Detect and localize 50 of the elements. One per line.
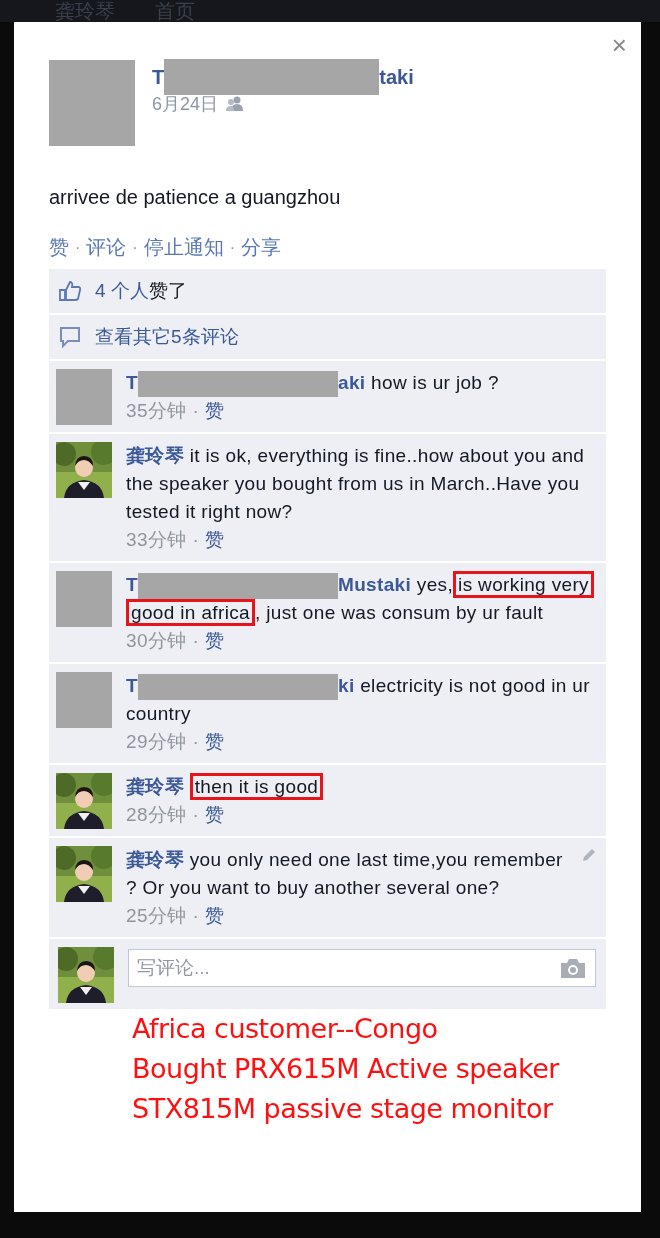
like-link[interactable]: 赞 <box>205 728 225 756</box>
pencil-icon[interactable] <box>582 848 596 862</box>
thumbs-up-icon <box>59 281 81 301</box>
separator: · <box>192 629 200 653</box>
comment-time[interactable]: 29分钟 <box>126 728 187 756</box>
comment-text: T aki how is ur job ? <box>126 369 596 397</box>
post-action-link[interactable]: 停止通知 <box>143 234 224 261</box>
separator: · <box>192 904 200 928</box>
close-button[interactable]: × <box>611 30 627 61</box>
comment-text: 龚玲琴 then it is good <box>126 773 596 801</box>
annotation-text: Africa customer--Congo <box>132 1012 439 1046</box>
comment-time[interactable]: 30分钟 <box>126 627 187 655</box>
separator: · <box>75 238 81 257</box>
author-name[interactable]: T <box>152 65 165 89</box>
friends-icon <box>226 96 245 112</box>
redacted-avatar <box>56 571 112 627</box>
like-link[interactable]: 赞 <box>205 627 225 655</box>
redacted-avatar <box>56 672 112 728</box>
comment-field[interactable]: 写评论... <box>128 949 596 987</box>
author-name[interactable]: taki <box>379 65 414 89</box>
likes-text[interactable]: 4 个人赞了 <box>95 278 187 304</box>
more-comments-link[interactable]: 查看其它5条评论 <box>95 324 239 350</box>
post-action-link[interactable]: 分享 <box>241 234 281 261</box>
separator: · <box>229 238 235 257</box>
comment-text: 龚玲琴 you only need one last time,you remember ? Or you want to buy another several one? <box>126 848 564 900</box>
separator: · <box>192 399 200 423</box>
like-link[interactable]: 赞 <box>205 902 225 930</box>
post-action-link[interactable]: 赞 <box>49 234 69 261</box>
comment-text: T ki electricity is not good in ur country <box>126 672 591 726</box>
redacted-avatar <box>56 369 112 425</box>
like-link[interactable]: 赞 <box>205 397 225 425</box>
separator: · <box>192 803 200 827</box>
post-date[interactable]: 6月24日 <box>152 92 219 116</box>
separator: · <box>132 238 138 257</box>
comment-time[interactable]: 35分钟 <box>126 397 187 425</box>
annotation-text: Bought PRX615M Active speaker <box>132 1052 561 1086</box>
post-action-link[interactable]: 评论 <box>86 234 127 261</box>
camera-icon[interactable] <box>560 958 586 978</box>
separator: · <box>192 730 200 754</box>
separator: · <box>192 528 200 552</box>
annotation-text: STX815M passive stage monitor <box>132 1092 554 1126</box>
like-link[interactable]: 赞 <box>205 526 225 554</box>
like-link[interactable]: 赞 <box>205 801 225 829</box>
comment-time[interactable]: 33分钟 <box>126 526 187 554</box>
comment-time[interactable]: 28分钟 <box>126 801 187 829</box>
comment-time[interactable]: 25分钟 <box>126 902 187 930</box>
comment-text: 龚玲琴 it is ok, everything is fine..how about you and the speaker you bought from us in March..Have you tested it right now? <box>126 444 586 524</box>
post-text: arrivee de patience a guangzhou <box>49 186 342 209</box>
comment-text: T Mustaki yes, is working very good in africa , just one was consum by ur fault <box>126 571 596 627</box>
speech-bubble-icon <box>59 326 81 348</box>
